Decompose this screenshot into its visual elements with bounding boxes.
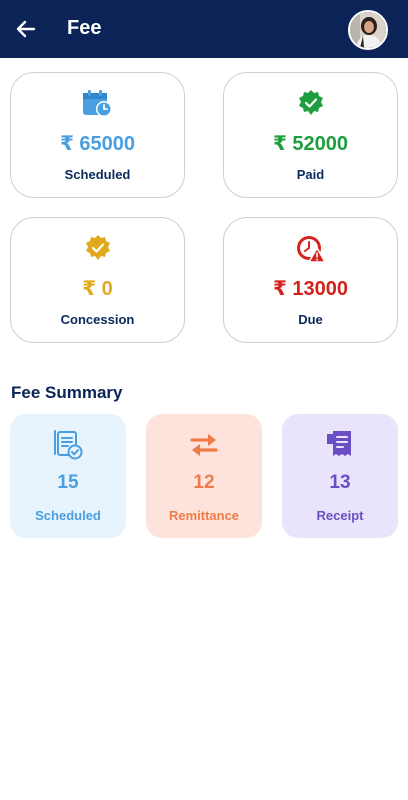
receipt-count: 13 xyxy=(329,472,351,493)
avatar[interactable] xyxy=(348,10,388,50)
scheduled-label: Scheduled xyxy=(64,167,131,182)
receipt-icon xyxy=(327,431,351,456)
summary-remittance-label: Remittance xyxy=(168,508,240,523)
scheduled-amount: ₹ 65000 xyxy=(59,133,136,155)
summary-scheduled-label: Scheduled xyxy=(35,508,101,523)
paid-label: Paid xyxy=(296,167,325,182)
concession-amount-card[interactable]: ₹ 0 Concession xyxy=(10,217,185,343)
concession-label: Concession xyxy=(60,312,135,327)
summary-scheduled-card[interactable]: 15 Scheduled xyxy=(10,414,126,538)
clock-alert-icon xyxy=(296,236,326,263)
page-title: Fee xyxy=(67,17,102,39)
calendar-clock-icon xyxy=(82,90,112,117)
summary-remittance-card[interactable]: 12 Remittance xyxy=(146,414,262,538)
due-amount: ₹ 13000 xyxy=(272,278,349,300)
scheduled-count: 15 xyxy=(57,472,79,493)
summary-receipt-card[interactable]: 13 Receipt xyxy=(282,414,398,538)
app-bar: Fee xyxy=(0,0,408,58)
scheduled-amount-card[interactable]: ₹ 65000 Scheduled xyxy=(10,72,185,198)
fee-summary-title: Fee Summary xyxy=(11,383,123,402)
document-check-icon xyxy=(54,430,83,460)
back-button[interactable] xyxy=(14,17,38,41)
paid-amount-card[interactable]: ₹ 52000 Paid xyxy=(223,72,398,198)
concession-amount: ₹ 0 xyxy=(82,278,113,300)
swap-arrows-icon xyxy=(190,434,218,456)
summary-receipt-label: Receipt xyxy=(316,508,364,523)
remittance-count: 12 xyxy=(193,472,215,493)
user-avatar xyxy=(350,12,386,48)
paid-amount: ₹ 52000 xyxy=(272,133,349,155)
badge-check-icon xyxy=(85,235,110,260)
arrow-left-icon xyxy=(16,20,36,38)
due-label: Due xyxy=(298,312,323,327)
verified-check-icon xyxy=(298,90,323,115)
due-amount-card[interactable]: ₹ 13000 Due xyxy=(223,217,398,343)
